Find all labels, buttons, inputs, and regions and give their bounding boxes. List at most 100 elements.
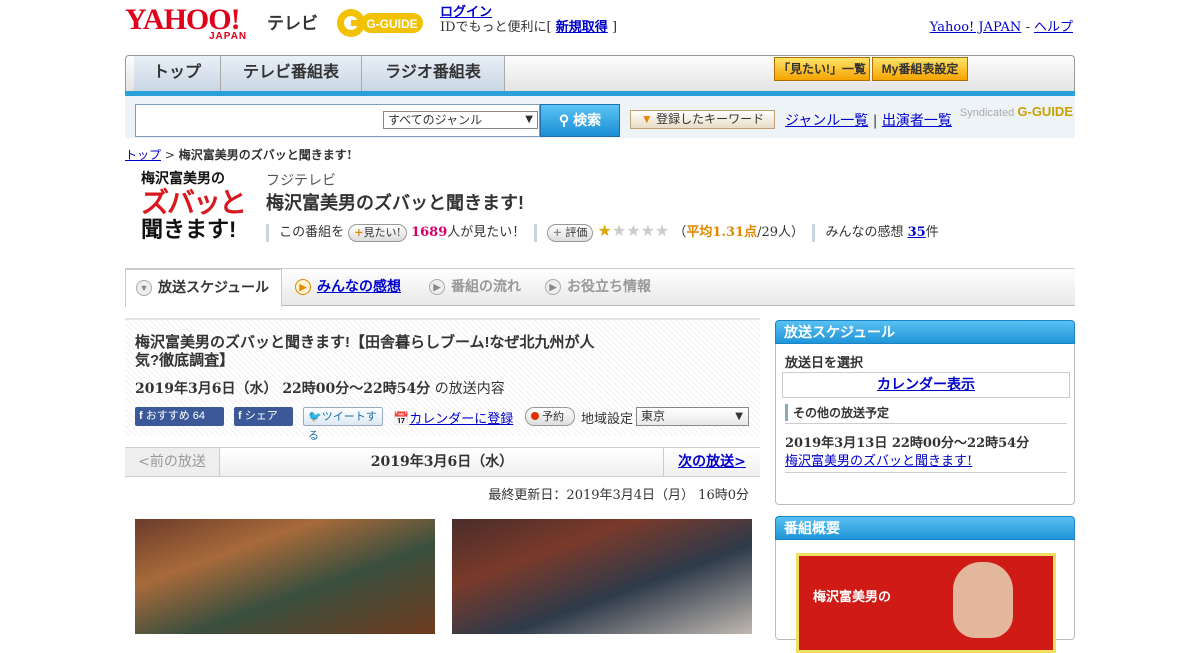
search-button[interactable]: ⚲ 検索 (540, 104, 620, 137)
tab-reviews-label: みんなの感想 (317, 278, 401, 294)
sidebar-summary: 番組概要 梅沢富美男の (775, 516, 1075, 653)
fb-recommend-button[interactable]: f おすすめ 64 (135, 407, 224, 426)
play-arrow-icon: ▶ (545, 279, 561, 296)
program-thumbnail: 梅沢富美男の (796, 553, 1056, 653)
rate-button-label: 評価 (565, 225, 588, 239)
syndicated-text: Syndicated (959, 107, 1015, 119)
calendar-register[interactable]: 📅カレンダーに登録 (393, 408, 513, 427)
episode-title: 梅沢富美男のズバッと聞きます!【田舎暮らしブーム!なぜ北九州が人気?徹底調査】 (135, 334, 595, 369)
episode-photo-2 (452, 519, 752, 634)
want-button-label: 見たい! (363, 225, 401, 239)
want-list-button[interactable]: 「見たい!」一覧 (774, 57, 870, 81)
tab-flow: ▶ 番組の流れ (421, 269, 531, 305)
tweet-button[interactable]: 🐦ツイートする (303, 407, 383, 442)
tab-info-label: お役立ち情報 (567, 278, 651, 294)
fb-share-button[interactable]: f シェア (234, 407, 293, 426)
register-link[interactable]: 新規取得 (556, 20, 608, 35)
yahoo-japan-link[interactable]: Yahoo! JAPAN (930, 20, 1022, 35)
prev-broadcast: <前の放送 (125, 448, 220, 476)
genre-list-link[interactable]: ジャンル一覧 (785, 113, 868, 129)
other-broadcast-link[interactable]: 梅沢富美男のズバッと聞きます! (785, 454, 972, 469)
calendar-view-cell: カレンダー表示 (782, 372, 1070, 398)
tab-flow-label: 番組の流れ (451, 278, 521, 294)
plus-icon: + (354, 225, 364, 239)
area-label: 地域設定 (581, 412, 634, 427)
reserve-button[interactable]: 予約 (525, 407, 575, 426)
play-arrow-icon: ▶ (429, 279, 445, 296)
meta-divider (533, 223, 537, 242)
tab-info: ▶ お役立ち情報 (537, 269, 667, 305)
program-logo-line2: ズバッと (141, 187, 247, 218)
dropdown-triangle-icon: ▼ (640, 112, 653, 126)
search-button-label: 検索 (573, 112, 602, 128)
want-count: 1689 (411, 225, 448, 240)
nav-tab-tv-schedule[interactable]: テレビ番組表 (221, 56, 362, 91)
twitter-bird-icon: 🐦 (308, 411, 322, 423)
program-subtabs: ▼ 放送スケジュール ▶ みんなの感想 ▶ 番組の流れ ▶ お役立ち情報 (125, 268, 1075, 307)
links-divider: | (872, 113, 878, 129)
next-broadcast-link[interactable]: 次の放送> (678, 454, 746, 470)
login-suffix: ] (611, 20, 618, 35)
nav-tab-radio-schedule[interactable]: ラジオ番組表 (362, 56, 505, 91)
star-empty-icon: ★ (640, 221, 655, 240)
host-portrait (953, 562, 1013, 638)
yahoo-japan-logo[interactable]: YAHOO! JAPAN (125, 5, 263, 44)
sidebar-schedule-title: 放送スケジュール (775, 320, 1075, 344)
avg-count: /29人） (757, 225, 805, 240)
fb-recommend-count: 64 (192, 410, 206, 422)
area-select[interactable]: 東京 ▼ (636, 407, 749, 426)
genre-select[interactable]: すべてのジャンル ▼ (383, 111, 538, 129)
sidebar-summary-body: 梅沢富美男の (775, 540, 1075, 653)
plus-icon: + (552, 225, 562, 239)
breadcrumb-top-link[interactable]: トップ (125, 148, 161, 162)
other-broadcast-title: その他の放送予定 (785, 404, 889, 421)
divider (785, 472, 1067, 473)
episode-date-line: 2019年3月6日（水） 22時00分～22時54分 の放送内容 (135, 378, 505, 398)
tab-schedule[interactable]: ▼ 放送スケジュール (125, 269, 282, 307)
help-link[interactable]: ヘルプ (1034, 20, 1073, 35)
tab-schedule-label: 放送スケジュール (158, 279, 270, 295)
avg-rating: 平均1.31点 (686, 225, 758, 240)
page: YAHOO! JAPAN テレビ G-GUIDE ログイン IDでもっと便利に[… (125, 0, 1075, 653)
want-button[interactable]: +見たい! (348, 223, 407, 242)
search-icon: ⚲ (558, 112, 570, 128)
dropdown-arrow-icon: ▼ (735, 411, 743, 422)
program-logo: 梅沢富美男の ズバッと 聞きます! (141, 168, 251, 250)
star-filled-icon: ★ (597, 221, 612, 240)
episode-photo-1 (135, 519, 435, 634)
tab-reviews[interactable]: ▶ みんなの感想 (285, 269, 415, 305)
star-empty-icon: ★ (654, 221, 670, 240)
want-prefix: この番組を (279, 225, 345, 240)
episode-date: 2019年3月6日（水） 22時00分～22時54分 (135, 381, 431, 397)
cast-list-link[interactable]: 出演者一覧 (882, 113, 952, 129)
divider (785, 423, 1067, 424)
global-header: YAHOO! JAPAN テレビ G-GUIDE ログイン IDでもっと便利に[… (125, 0, 1075, 52)
reserve-label: 予約 (542, 410, 564, 423)
breadcrumb: トップ > 梅沢富美男のズバッと聞きます! (125, 146, 352, 163)
calendar-register-link[interactable]: カレンダーに登録 (409, 412, 513, 427)
registered-keyword-label: 登録したキーワード (656, 112, 765, 126)
fb-recommend-label: おすすめ (145, 410, 190, 422)
login-link[interactable]: ログイン (440, 5, 492, 20)
episode-header: 梅沢富美男のズバッと聞きます!【田舎暮らしブーム!なぜ北九州が人気?徹底調査】 … (125, 318, 760, 442)
record-icon (531, 412, 539, 420)
facebook-icon: f (238, 410, 242, 422)
header-links: Yahoo! JAPAN - ヘルプ (930, 16, 1073, 35)
reviews-count-link[interactable]: 35 (908, 225, 926, 240)
main-nav: トップ テレビ番組表 ラジオ番組表 「見たい!」一覧 My番組表設定 (125, 55, 1075, 96)
genre-select-value: すべてのジャンル (388, 113, 483, 127)
search-bar: すべてのジャンル ▼ ⚲ 検索 ▼ 登録したキーワード ジャンル一覧 | 出演者… (125, 96, 1075, 138)
syndicated-badge: Syndicated G-GUIDE (960, 104, 1073, 119)
program-logo-line1: 梅沢富美男の (141, 170, 225, 186)
calendar-icon: 📅 (393, 412, 410, 427)
want-suffix: 人が見たい！ (447, 225, 526, 240)
calendar-view-link[interactable]: カレンダー表示 (877, 377, 975, 393)
rate-button[interactable]: + 評価 (546, 223, 594, 242)
play-arrow-icon: ▶ (295, 279, 311, 296)
registered-keyword-button[interactable]: ▼ 登録したキーワード (630, 110, 775, 129)
next-broadcast-cell: 次の放送> (663, 448, 760, 476)
gguide-logo: G-GUIDE (337, 9, 423, 37)
nav-tab-top[interactable]: トップ (134, 56, 221, 91)
login-area: ログイン IDでもっと便利に[ 新規取得 ] (440, 5, 617, 35)
my-schedule-settings-button[interactable]: My番組表設定 (872, 57, 968, 81)
